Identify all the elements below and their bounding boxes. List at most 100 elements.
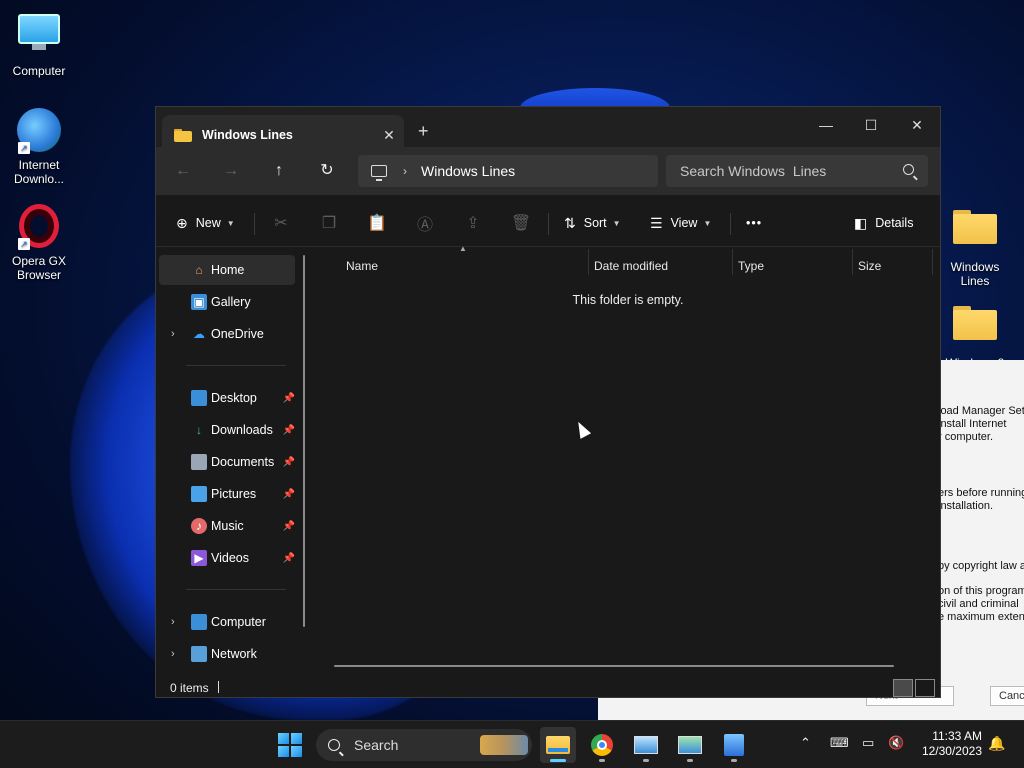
video-icon: ▶ <box>191 550 207 566</box>
column-divider[interactable] <box>732 249 733 275</box>
breadcrumb[interactable]: Windows Lines <box>421 163 515 179</box>
column-header-name[interactable]: Name <box>346 259 378 273</box>
empty-folder-message: This folder is empty. <box>572 293 684 307</box>
taskbar-search[interactable]: Search <box>316 729 532 761</box>
column-divider[interactable] <box>932 249 933 275</box>
taskbar-monitor-app[interactable] <box>628 727 664 763</box>
forward-arrow-icon[interactable]: → <box>217 157 245 185</box>
gallery-icon: ▣ <box>191 294 207 310</box>
onedrive-cloud-icon: ☁ <box>193 327 205 341</box>
chevron-right-icon[interactable]: › <box>171 328 175 340</box>
installer-cancel-button[interactable]: Canc <box>990 686 1024 706</box>
sidebar-item-label: OneDrive <box>211 327 264 341</box>
new-button[interactable]: ⊕ New ▼ <box>176 209 235 237</box>
chevron-right-icon[interactable]: › <box>171 616 175 628</box>
tiles-view-icon[interactable] <box>915 679 935 697</box>
chevron-up-icon[interactable]: ⌃ <box>800 735 811 751</box>
sort-button[interactable]: ⇅ Sort ▼ <box>564 209 621 237</box>
sidebar-item-videos[interactable]: ▶ Videos 📌 <box>159 543 295 573</box>
more-options-button[interactable]: ••• <box>746 209 762 237</box>
up-arrow-icon[interactable]: ↑ <box>265 157 293 185</box>
sidebar-item-label: Pictures <box>211 487 257 501</box>
desktop-icon-idm[interactable]: ↗ Internet Downlo... <box>3 108 75 186</box>
refresh-icon[interactable]: ↻ <box>313 157 341 185</box>
back-arrow-icon[interactable]: ← <box>169 157 197 185</box>
installer-window: load Manager Set install Internet r comp… <box>940 360 1024 720</box>
horizontal-scrollbar[interactable] <box>334 665 894 667</box>
sidebar-item-onedrive[interactable]: › ☁ OneDrive <box>159 319 295 349</box>
start-button[interactable] <box>278 733 302 757</box>
toolbar-divider <box>548 213 549 235</box>
display-icon[interactable]: ▭ <box>862 735 874 751</box>
column-header-date-modified[interactable]: Date modified <box>594 259 668 273</box>
address-bar[interactable]: › Windows Lines <box>358 155 658 187</box>
cut-icon[interactable]: ✂ <box>266 209 296 237</box>
sidebar-item-desktop[interactable]: Desktop 📌 <box>159 383 295 413</box>
desktop-icon-opera[interactable]: ↗ Opera GX Browser <box>3 204 75 282</box>
running-indicator <box>599 759 605 762</box>
volume-muted-icon[interactable]: 🔇 <box>888 735 904 751</box>
sidebar-item-documents[interactable]: Documents 📌 <box>159 447 295 477</box>
maximize-button[interactable]: ☐ <box>848 111 894 139</box>
pin-icon: 📌 <box>282 552 295 564</box>
sidebar-item-home[interactable]: ⌂ Home <box>159 255 295 285</box>
close-tab-icon[interactable]: ✕ <box>374 127 404 144</box>
system-clock[interactable]: 11:33 AM 12/30/2023 <box>916 729 982 759</box>
installer-text: on of this program <box>940 585 1024 597</box>
details-pane-button[interactable]: ◧ Details <box>854 209 913 237</box>
notification-bell-icon[interactable]: 🔔 <box>988 735 1005 752</box>
paste-icon[interactable]: 📋 <box>362 209 392 237</box>
share-icon[interactable]: ⇪ <box>458 209 488 237</box>
item-count: 0 items <box>170 681 209 695</box>
this-pc-icon <box>371 165 387 181</box>
sidebar-item-network[interactable]: › Network <box>159 639 295 669</box>
column-header-size[interactable]: Size <box>858 259 881 273</box>
new-tab-button[interactable]: + <box>418 121 429 142</box>
sidebar-scrollbar[interactable] <box>303 255 305 627</box>
folder-icon <box>174 128 192 142</box>
keyboard-icon[interactable]: ⌨ <box>830 735 849 751</box>
sidebar-item-label: Network <box>211 647 257 661</box>
column-divider[interactable] <box>852 249 853 275</box>
sidebar-item-computer[interactable]: › Computer <box>159 607 295 637</box>
copy-icon[interactable]: ❐ <box>314 209 344 237</box>
chevron-right-icon[interactable]: › <box>171 648 175 660</box>
minimize-button[interactable]: — <box>803 111 849 139</box>
search-box[interactable] <box>666 155 928 187</box>
desktop-icon-label: Lines <box>960 274 990 288</box>
sidebar-item-label: Videos <box>211 551 249 565</box>
installer-text: installation. <box>940 500 994 512</box>
search-highlight-icon <box>480 735 528 755</box>
sidebar-item-gallery[interactable]: ▣ Gallery <box>159 287 295 317</box>
details-view-icon[interactable] <box>893 679 913 697</box>
column-divider[interactable] <box>588 249 589 275</box>
sidebar-item-downloads[interactable]: ↓ Downloads 📌 <box>159 415 295 445</box>
close-window-button[interactable]: ✕ <box>894 111 940 139</box>
taskbar-control-panel[interactable] <box>672 727 708 763</box>
document-icon <box>191 454 207 470</box>
view-button[interactable]: ☰ View ▼ <box>650 209 711 237</box>
chevron-right-icon[interactable]: › <box>403 164 407 178</box>
taskbar-chrome[interactable] <box>584 727 620 763</box>
desktop-icon-windows-lines[interactable]: Windows Lines <box>939 204 1011 288</box>
folder-icon <box>952 306 998 352</box>
installer-text: civil and criminal <box>940 598 1019 610</box>
column-header-type[interactable]: Type <box>738 259 764 273</box>
pin-icon: 📌 <box>282 392 295 404</box>
sidebar-divider <box>186 365 286 366</box>
delete-icon[interactable]: 🗑 <box>506 209 536 237</box>
monitor-icon <box>16 14 62 60</box>
rename-icon[interactable]: Ⓐ <box>410 209 440 237</box>
navigation-bar: ← → ↑ ↻ › Windows Lines <box>156 147 940 195</box>
pin-icon: 📌 <box>282 488 295 500</box>
taskbar-file-explorer[interactable] <box>540 727 576 763</box>
taskbar-installer[interactable] <box>716 727 752 763</box>
sidebar-item-music[interactable]: ♪ Music 📌 <box>159 511 295 541</box>
desktop-icon-label: Downlo... <box>13 172 65 186</box>
chevron-down-icon: ▼ <box>612 218 621 228</box>
desktop-icon-computer[interactable]: Computer <box>3 10 75 78</box>
sidebar-item-pictures[interactable]: Pictures 📌 <box>159 479 295 509</box>
search-icon <box>903 164 914 175</box>
sidebar-item-label: Documents <box>211 455 275 469</box>
search-input[interactable] <box>680 163 890 179</box>
